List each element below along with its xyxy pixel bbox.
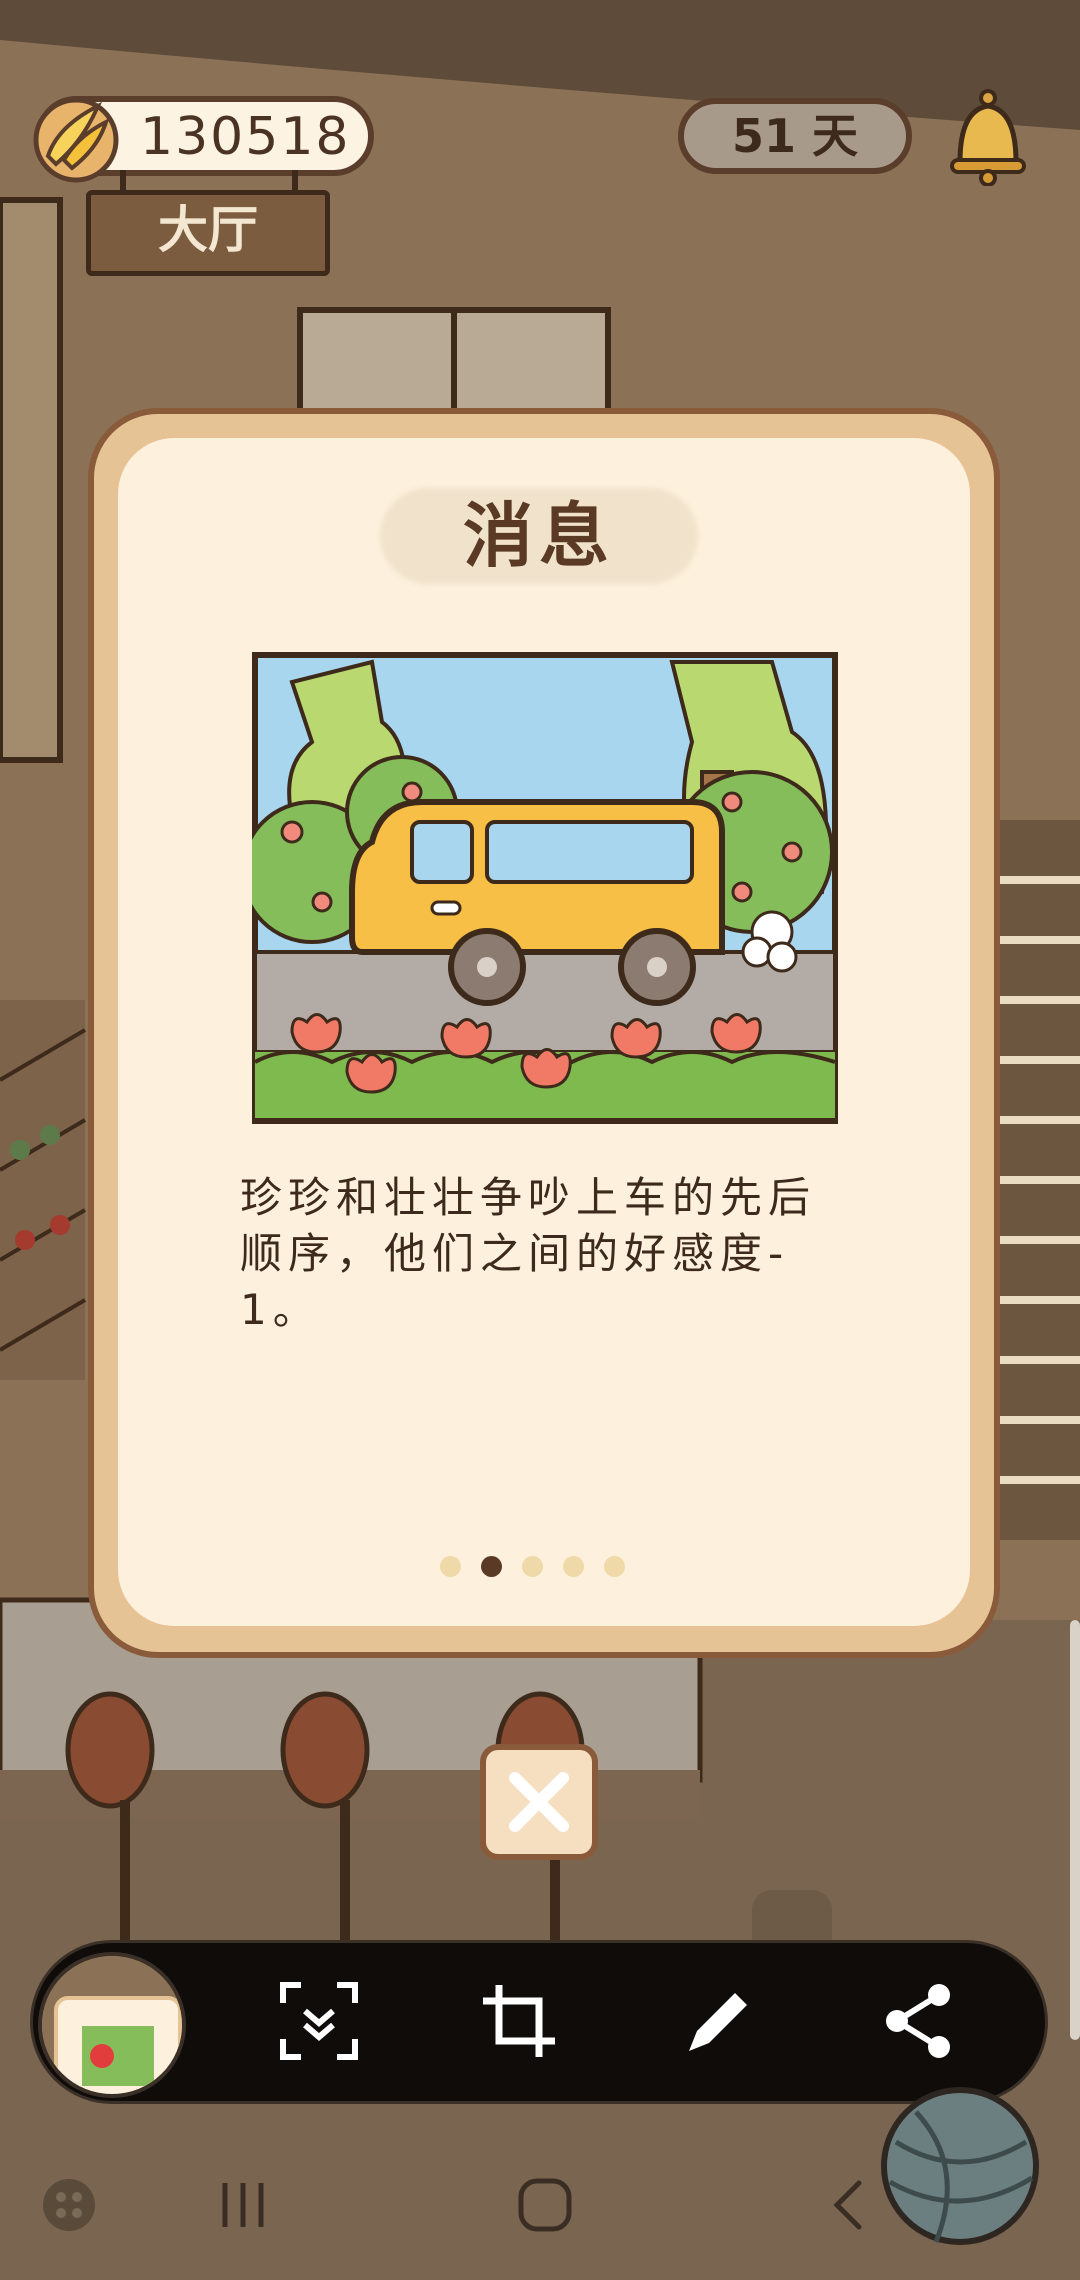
van-illustration [252, 652, 838, 1124]
page-dot[interactable] [522, 1555, 543, 1577]
pencil-icon [689, 1993, 747, 2051]
page-dot[interactable] [440, 1555, 461, 1577]
days-label: 51 天 [731, 109, 859, 163]
page-dot[interactable] [604, 1555, 625, 1577]
page-dot[interactable] [563, 1555, 584, 1577]
recents-button[interactable] [198, 2160, 288, 2250]
share-icon [886, 1984, 950, 2058]
system-navigation-bar [0, 2140, 1080, 2280]
back-icon [833, 2180, 862, 2230]
bell-icon[interactable] [944, 86, 1032, 186]
dialog-title: 消息 [463, 495, 615, 577]
scroll-capture-icon [280, 1982, 358, 2060]
recents-icon [222, 2183, 264, 2227]
message-text: 珍珍和壮壮争吵上车的先后顺序，他们之间的好感度-1。 [240, 1173, 817, 1334]
home-icon [518, 2178, 572, 2232]
location-label: 大厅 [158, 201, 258, 259]
banana-icon [33, 97, 119, 183]
page-dot-active[interactable] [481, 1555, 502, 1577]
banana-count: 130518 [140, 107, 351, 167]
scroll-capture-button[interactable] [274, 1976, 364, 2066]
share-button[interactable] [874, 1976, 964, 2066]
draw-button[interactable] [674, 1976, 764, 2066]
game-tools-button[interactable] [24, 2160, 114, 2250]
screenshot-thumbnail[interactable] [38, 1952, 186, 2098]
close-button[interactable] [480, 1744, 598, 1860]
crop-icon [483, 1985, 555, 2057]
page-indicator [440, 1554, 640, 1578]
home-button[interactable] [500, 2160, 590, 2250]
back-button[interactable] [804, 2160, 894, 2250]
crop-button[interactable] [474, 1976, 564, 2066]
close-icon [509, 1772, 569, 1832]
gamepad-icon [43, 2179, 95, 2231]
